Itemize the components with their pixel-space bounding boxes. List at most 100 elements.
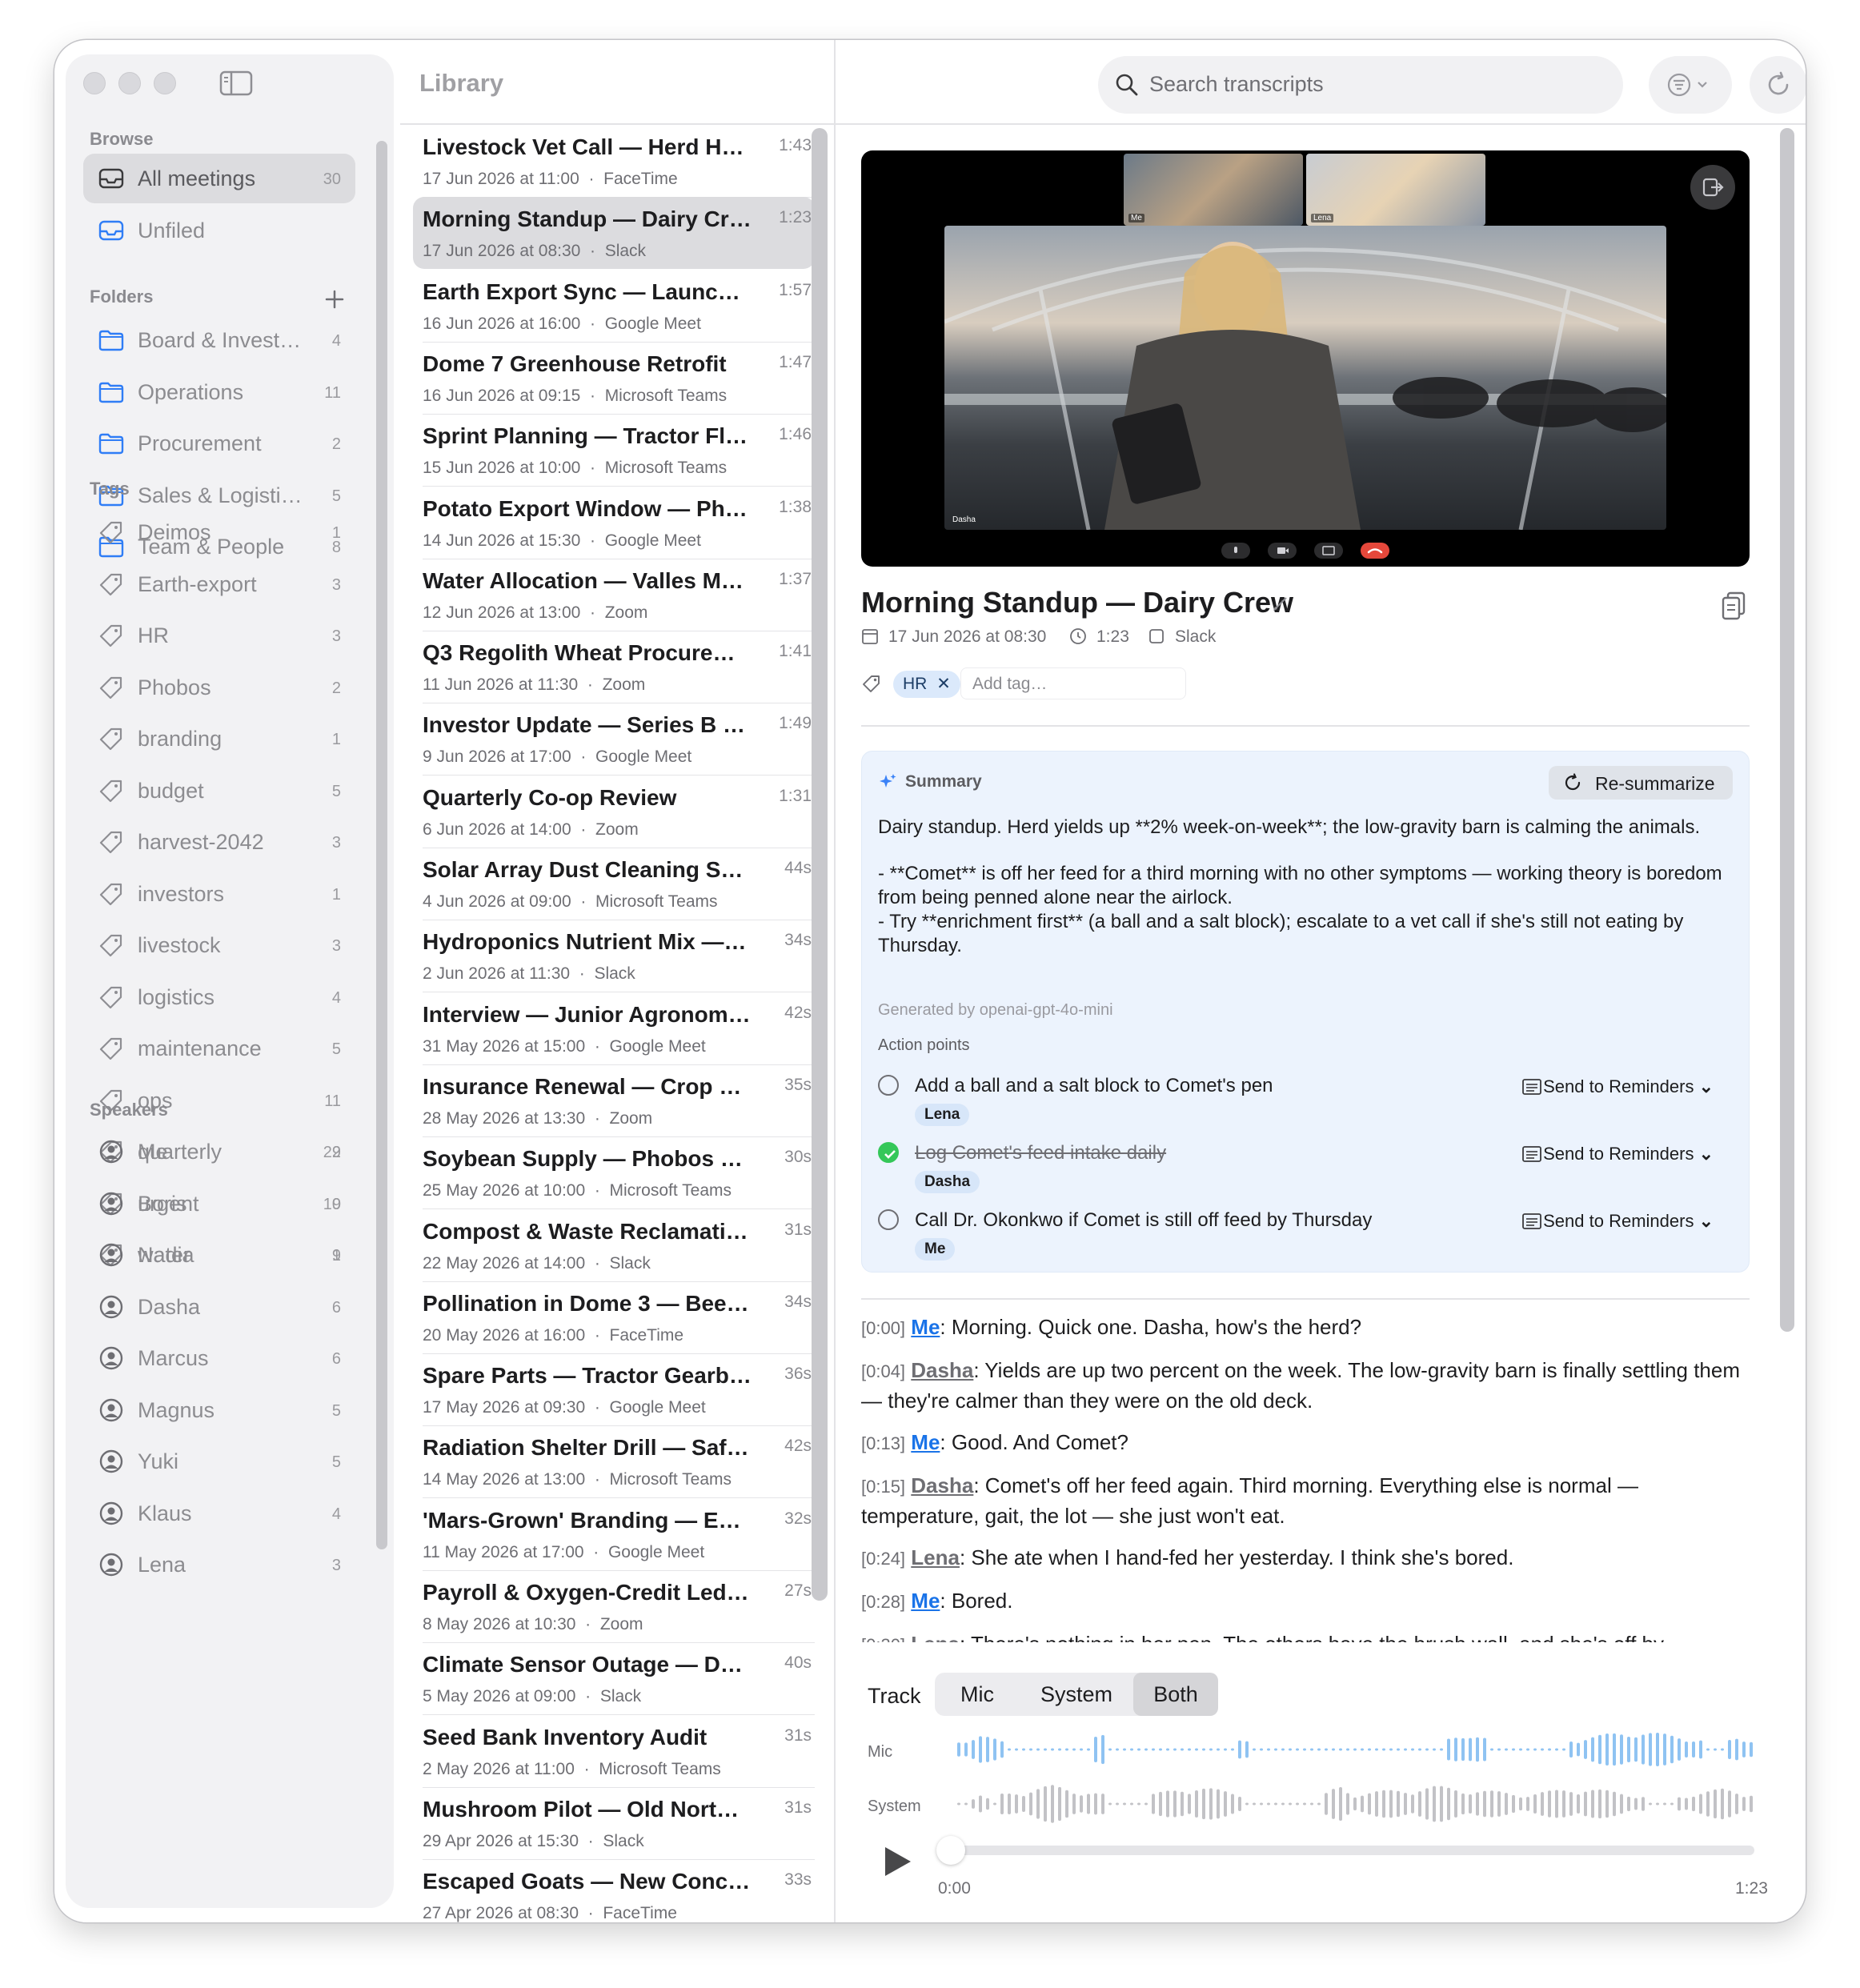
meeting-row[interactable]: Payroll & Oxygen-Credit Ledg… 27s 8 May 20…: [423, 1570, 815, 1643]
sidebar-browse-item-1[interactable]: Unfiled: [83, 206, 355, 255]
sidebar-speaker-item-4[interactable]: Marcus 6: [83, 1333, 355, 1383]
sidebar-tag-item-3[interactable]: Phobos 2: [83, 663, 355, 712]
meeting-row[interactable]: Q3 Regolith Wheat Procurem… 1:41 11 Jun 20…: [423, 631, 815, 704]
playback-scrubber[interactable]: [938, 1846, 1754, 1855]
meeting-row[interactable]: Mushroom Pilot — Old North… 31s 29 Apr 202…: [423, 1787, 815, 1860]
sidebar-folder-item-2[interactable]: Procurement 2: [83, 419, 355, 468]
scrubber-knob[interactable]: [936, 1836, 965, 1865]
detail-scrollbar[interactable]: [1780, 128, 1794, 1332]
video-player[interactable]: Me Lena Dasha: [861, 150, 1750, 567]
search-field[interactable]: Search transcripts: [1098, 56, 1623, 114]
sidebar-tag-item-10[interactable]: maintenance 5: [83, 1024, 355, 1073]
transcript-speaker[interactable]: Me: [911, 1315, 940, 1339]
sidebar-tag-item-8[interactable]: livestock 3: [83, 920, 355, 970]
sidebar-tag-item-0[interactable]: Deimos 1: [83, 507, 355, 557]
meeting-row[interactable]: Insurance Renewal — Crop &… 35s 28 May 202…: [423, 1064, 815, 1137]
meeting-row[interactable]: Water Allocation — Valles Ma… 1:37 12 Jun …: [423, 559, 815, 631]
sidebar-tag-item-5[interactable]: budget 5: [83, 766, 355, 816]
add-folder-button[interactable]: [322, 287, 347, 312]
sidebar-scrollbar[interactable]: [376, 141, 387, 1549]
system-waveform[interactable]: [954, 1780, 1754, 1828]
add-tag-input[interactable]: Add tag…: [960, 667, 1186, 699]
completed-checkbox[interactable]: [878, 1142, 899, 1163]
meeting-row[interactable]: Investor Update — Series B (… 1:49 9 Jun 2…: [423, 703, 815, 776]
sidebar-tag-item-2[interactable]: HR 3: [83, 611, 355, 660]
participant-thumbnail-lena[interactable]: Lena: [1306, 154, 1485, 226]
sidebar-tag-item-7[interactable]: investors 1: [83, 869, 355, 919]
meeting-row[interactable]: Seed Bank Inventory Audit 31s 2 May 2026 a…: [423, 1715, 815, 1788]
meeting-row[interactable]: Climate Sensor Outage — Do… 40s 5 May 2026…: [423, 1642, 815, 1716]
meeting-row[interactable]: Compost & Waste Reclamatio… 31s 22 May 202…: [423, 1209, 815, 1282]
sidebar-speaker-item-6[interactable]: Yuki 5: [83, 1437, 355, 1486]
transcript-speaker[interactable]: Lena: [911, 1632, 960, 1642]
meeting-row[interactable]: Quarterly Co-op Review 1:31 6 Jun 2026 at …: [423, 776, 815, 848]
sidebar-speaker-item-0[interactable]: Me 29: [83, 1127, 355, 1176]
edit-title-icon[interactable]: [1271, 594, 1290, 613]
end-call-button[interactable]: [1361, 543, 1389, 559]
resummarize-button[interactable]: Re-summarize: [1549, 766, 1733, 800]
send-to-reminders-button[interactable]: Send to Reminders ⌄: [1543, 1076, 1714, 1097]
transcript-timestamp[interactable]: [0:15]: [861, 1477, 905, 1497]
camera-toggle-button[interactable]: [1268, 543, 1297, 559]
sidebar-speaker-item-7[interactable]: Klaus 4: [83, 1489, 355, 1538]
assignee-chip[interactable]: Me: [915, 1238, 956, 1261]
send-to-reminders-button[interactable]: Send to Reminders ⌄: [1543, 1211, 1714, 1232]
transcript-speaker[interactable]: Me: [911, 1589, 940, 1613]
zoom-window-button[interactable]: [154, 72, 176, 94]
participant-thumbnail-me[interactable]: Me: [1124, 154, 1303, 226]
track-option-system[interactable]: System: [1020, 1673, 1133, 1716]
tag-chip-hr[interactable]: HR ✕: [893, 671, 960, 698]
sidebar-speaker-item-3[interactable]: Dasha 6: [83, 1282, 355, 1332]
sidebar-toggle-icon[interactable]: [219, 70, 253, 96]
meeting-row[interactable]: Livestock Vet Call — Herd He… 1:43 17 Jun …: [423, 125, 815, 198]
meeting-row[interactable]: Spare Parts — Tractor Gearbo… 36s 17 May 2…: [423, 1353, 815, 1427]
remove-tag-icon[interactable]: ✕: [936, 675, 951, 693]
transcript-timestamp[interactable]: [0:30]: [861, 1635, 905, 1642]
copy-transcript-icon[interactable]: [1721, 591, 1748, 621]
play-button[interactable]: [879, 1844, 914, 1879]
sidebar-folder-item-1[interactable]: Operations 11: [83, 367, 355, 417]
meeting-row[interactable]: Soybean Supply — Phobos Ca… 30s 25 May 202…: [423, 1136, 815, 1210]
assignee-chip[interactable]: Lena: [915, 1104, 970, 1126]
assignee-chip[interactable]: Dasha: [915, 1171, 980, 1193]
sidebar-speaker-item-1[interactable]: Boris 10: [83, 1179, 355, 1228]
track-option-mic[interactable]: Mic: [935, 1673, 1020, 1716]
meeting-row[interactable]: Solar Array Dust Cleaning Sc… 44s 4 Jun 20…: [423, 848, 815, 920]
transcript-speaker[interactable]: Me: [911, 1430, 940, 1454]
meeting-row[interactable]: Sprint Planning — Tractor Fleet 1:46 15 Ju…: [423, 414, 815, 487]
meeting-row[interactable]: Earth Export Sync — Launch… 1:57 16 Jun 20…: [423, 270, 815, 343]
refresh-button[interactable]: [1750, 56, 1806, 114]
sidebar-speaker-item-2[interactable]: Nadia 9: [83, 1230, 355, 1280]
mic-waveform[interactable]: [954, 1725, 1754, 1774]
meeting-row[interactable]: Potato Export Window — Pho… 1:38 14 Jun 20…: [423, 487, 815, 559]
checkbox[interactable]: [878, 1075, 899, 1096]
checkbox[interactable]: [878, 1209, 899, 1230]
transcript-speaker[interactable]: Lena: [911, 1545, 960, 1569]
transcript-timestamp[interactable]: [0:04]: [861, 1361, 905, 1381]
transcript-timestamp[interactable]: [0:24]: [861, 1549, 905, 1569]
exit-call-button[interactable]: [1690, 165, 1735, 210]
share-screen-button[interactable]: [1314, 543, 1343, 559]
sidebar-tag-item-9[interactable]: logistics 4: [83, 972, 355, 1022]
send-to-reminders-button[interactable]: Send to Reminders ⌄: [1543, 1144, 1714, 1164]
sidebar-browse-item-0[interactable]: All meetings 30: [83, 154, 355, 203]
meeting-row[interactable]: Morning Standup — Dairy Crew 1:23 17 Jun 2…: [413, 197, 815, 270]
sidebar-tag-item-1[interactable]: Earth-export 3: [83, 559, 355, 609]
meeting-row[interactable]: Interview — Junior Agronomist 42s 31 May 2…: [423, 992, 815, 1065]
meeting-row[interactable]: Hydroponics Nutrient Mix — L… 34s 2 Jun 20…: [423, 920, 815, 993]
meeting-row[interactable]: Pollination in Dome 3 — Bees… 34s 20 May 2…: [423, 1281, 815, 1354]
filter-menu-button[interactable]: [1649, 56, 1732, 114]
sidebar-speaker-item-5[interactable]: Magnus 5: [83, 1385, 355, 1435]
meeting-row[interactable]: Escaped Goats — New Conco… 33s 27 Apr 2026…: [423, 1859, 815, 1922]
sidebar-speaker-item-8[interactable]: Lena 3: [83, 1540, 355, 1589]
transcript-timestamp[interactable]: [0:00]: [861, 1318, 905, 1338]
transcript-timestamp[interactable]: [0:13]: [861, 1433, 905, 1453]
transcript-speaker[interactable]: Dasha: [911, 1358, 973, 1382]
sidebar-folder-item-0[interactable]: Board & Invest… 4: [83, 315, 355, 365]
library-scrollbar[interactable]: [812, 128, 828, 1601]
sidebar-tag-item-6[interactable]: harvest-2042 3: [83, 817, 355, 867]
meeting-row[interactable]: Radiation Shelter Drill — Safe… 42s 14 May…: [423, 1425, 815, 1499]
mute-mic-button[interactable]: [1221, 543, 1250, 559]
transcript-timestamp[interactable]: [0:28]: [861, 1592, 905, 1612]
close-window-button[interactable]: [83, 72, 106, 94]
